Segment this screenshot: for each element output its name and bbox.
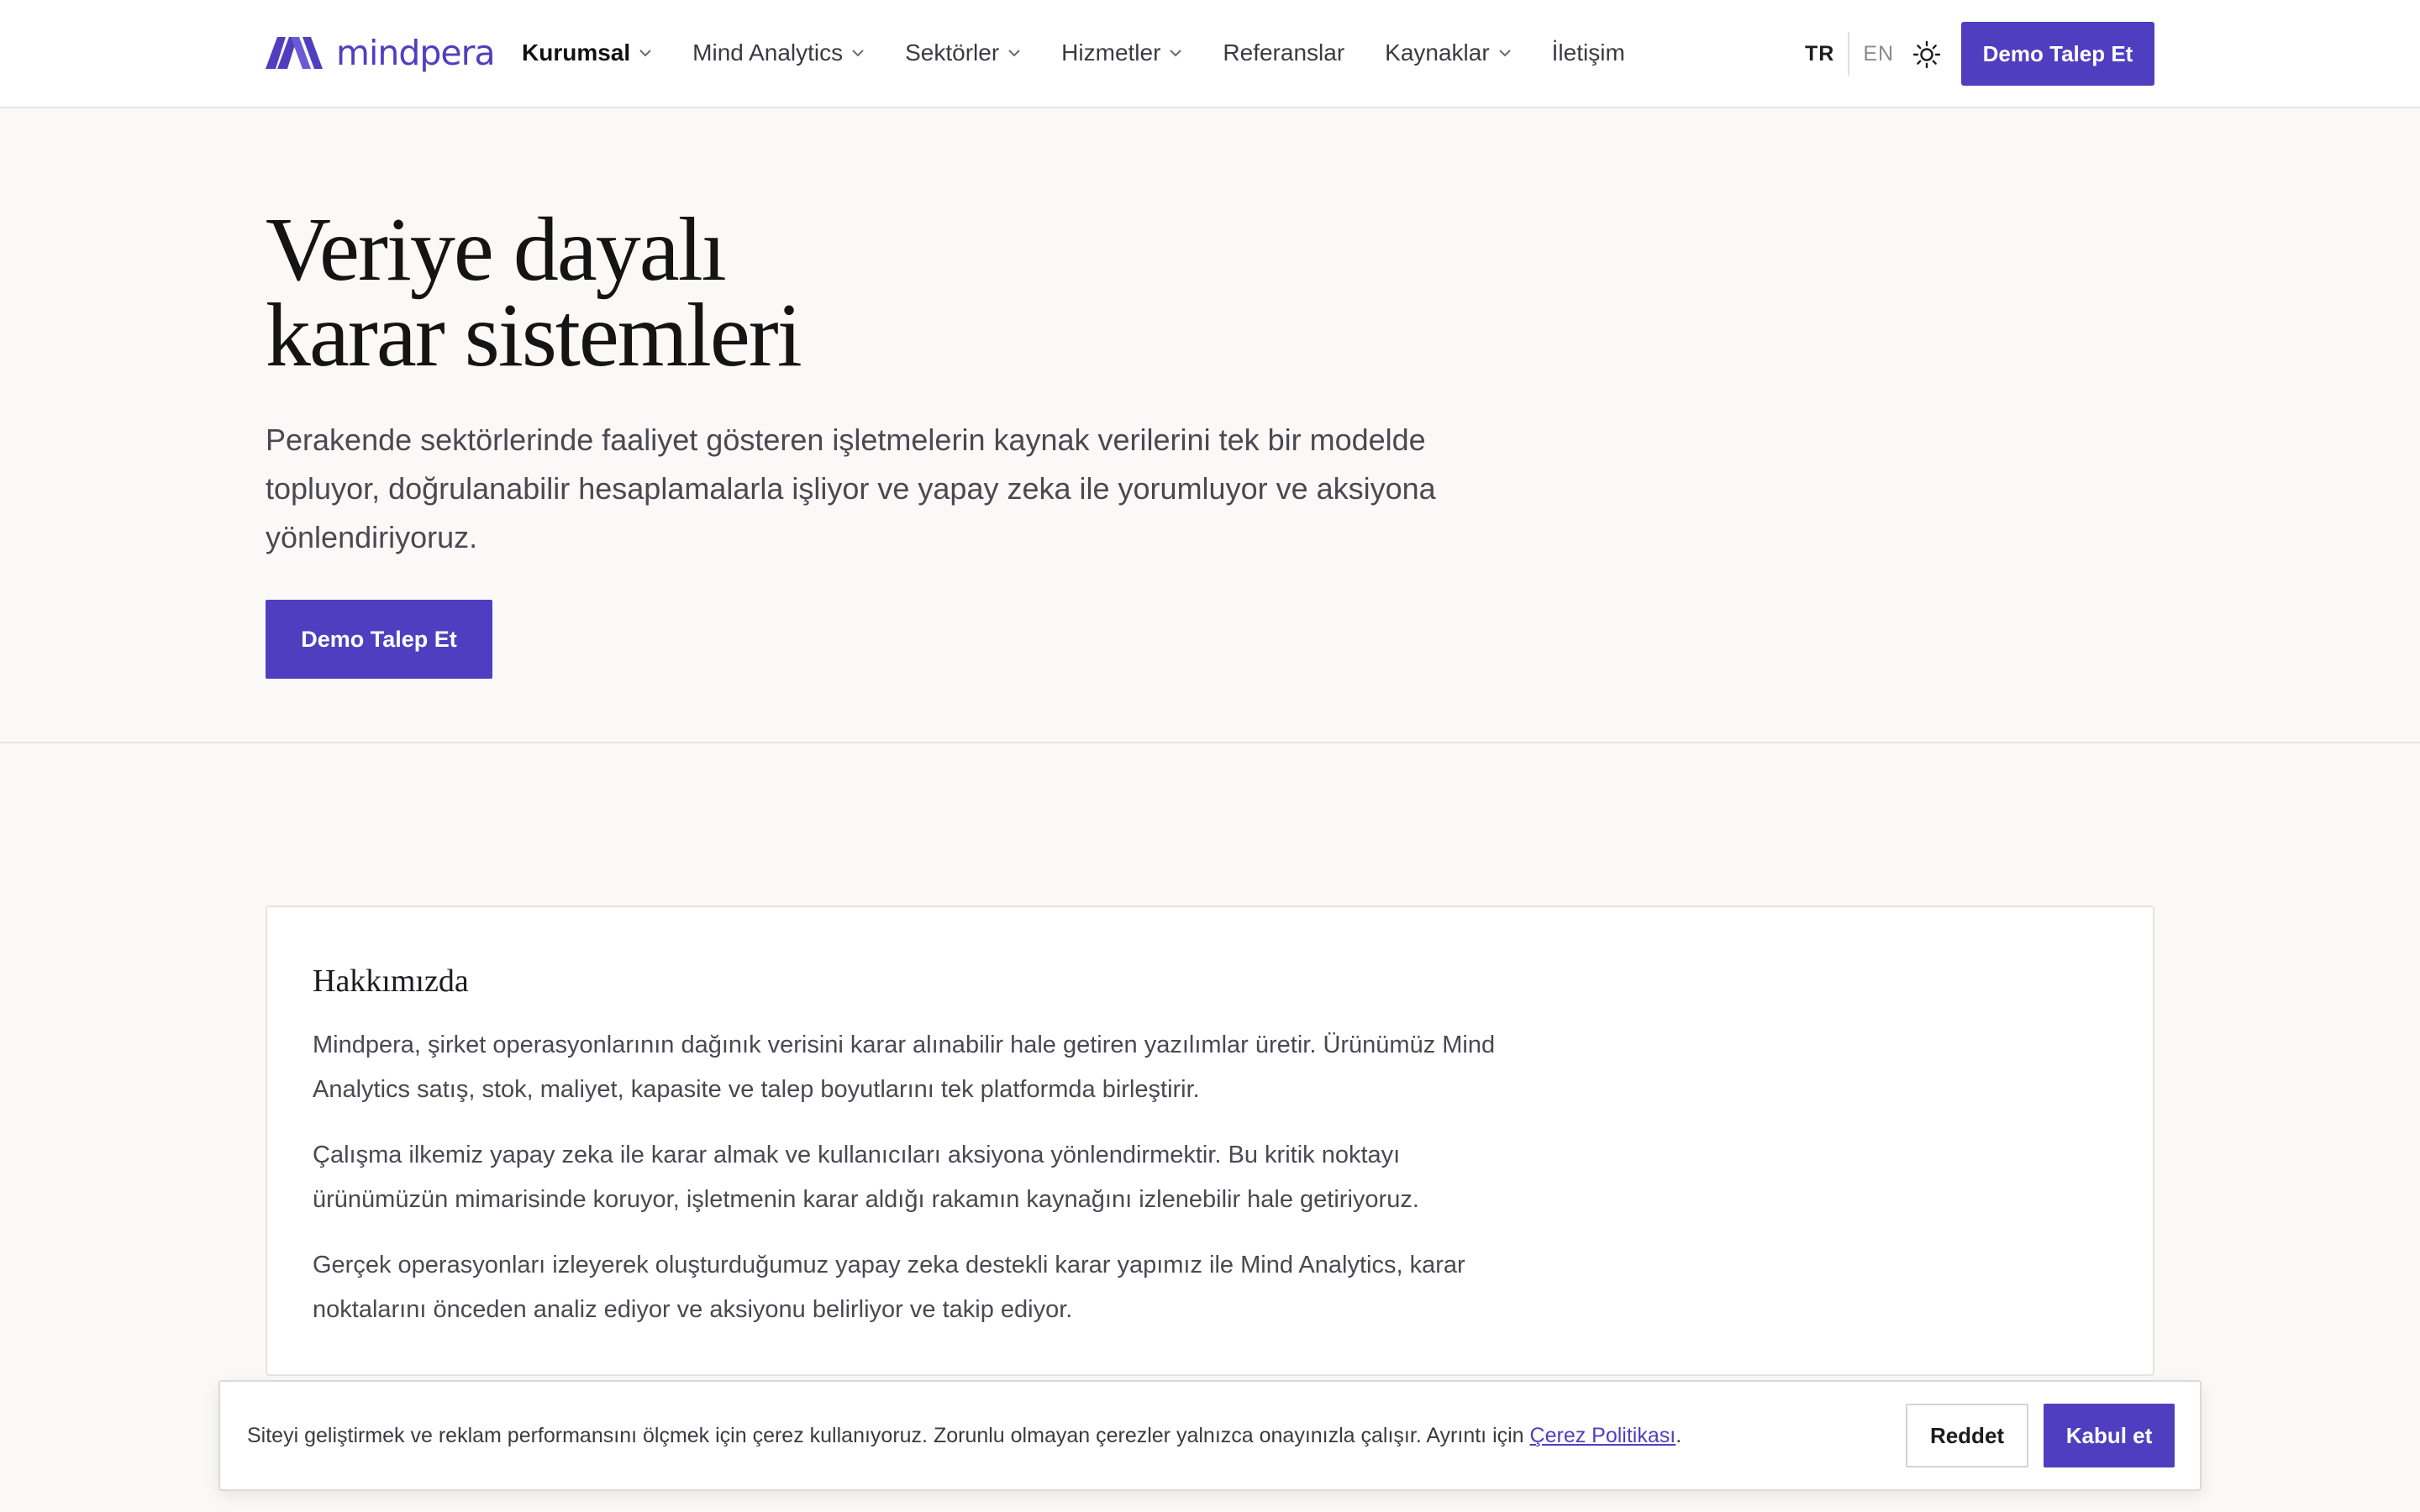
logo[interactable]: mindpera [266, 33, 496, 73]
theme-toggle-button[interactable] [1911, 39, 1943, 71]
logo-text: mindpera [336, 33, 496, 73]
about-paragraph-1: Mindpera, şirket operasyonlarının dağını… [313, 1032, 1496, 1103]
hero-demo-button[interactable]: Demo Talep Et [266, 600, 492, 679]
about-card: Hakkımızda Mindpera, şirket operasyonlar… [266, 906, 2154, 1376]
cookie-text: Siteyi geliştirmek ve reklam performansı… [247, 1424, 1530, 1447]
nav-item-label: Sektörler [905, 39, 1000, 66]
about-title: Hakkımızda [313, 963, 469, 999]
main-nav: Kurumsal Mind Analytics Sektörler Hizmet… [522, 0, 1665, 106]
nav-item-label: İletişim [1551, 39, 1625, 66]
hero-section: Veriye dayalı karar sistemleri Perakende… [0, 108, 2420, 743]
nav-item-label: Mind Analytics [692, 39, 844, 66]
hero-title-line2: karar sistemleri [266, 286, 802, 386]
nav-item-label: Hizmetler [1061, 39, 1161, 66]
hero-description: Perakende sektörlerinde faaliyet göstere… [266, 423, 1436, 554]
header-demo-button[interactable]: Demo Talep Et [1961, 22, 2154, 86]
mindpera-logo-icon [266, 37, 323, 69]
hero-title: Veriye dayalı karar sistemleri [266, 200, 1442, 386]
chevron-down-icon [1498, 50, 1511, 57]
cookie-message: Siteyi geliştirmek ve reklam performansı… [247, 1419, 1760, 1452]
language-switcher: TR EN [1805, 32, 1894, 76]
lang-en-button[interactable]: EN [1849, 42, 1894, 66]
site-header: mindpera Kurumsal Mind Analytics Sektörl… [0, 0, 2420, 108]
chevron-down-icon [639, 50, 651, 57]
cookie-banner: Siteyi geliştirmek ve reklam performansı… [218, 1380, 2202, 1491]
chevron-down-icon [852, 50, 864, 57]
nav-item-kurumsal[interactable]: Kurumsal [522, 39, 652, 66]
nav-item-iletisim[interactable]: İletişim [1552, 39, 1625, 66]
nav-item-hizmetler[interactable]: Hizmetler [1061, 39, 1182, 66]
nav-item-kaynaklar[interactable]: Kaynaklar [1385, 39, 1512, 66]
hero-title-line1: Veriye dayalı [266, 200, 727, 300]
nav-item-label: Kurumsal [522, 39, 631, 66]
nav-item-label: Kaynaklar [1385, 39, 1490, 66]
chevron-down-icon [1008, 50, 1020, 57]
nav-item-sektorler[interactable]: Sektörler [905, 39, 1021, 66]
chevron-down-icon [1170, 50, 1182, 57]
cookie-policy-link[interactable]: Çerez Politikası [1530, 1424, 1676, 1447]
cookie-suffix: . [1676, 1424, 1682, 1447]
nav-item-mind-analytics[interactable]: Mind Analytics [692, 39, 865, 66]
cookie-reject-button[interactable]: Reddet [1906, 1404, 2028, 1467]
nav-item-referanslar[interactable]: Referanslar [1223, 39, 1344, 66]
sun-icon [1912, 40, 1941, 69]
cookie-accept-button[interactable]: Kabul et [2044, 1404, 2175, 1467]
lang-tr-button[interactable]: TR [1805, 42, 1848, 66]
nav-item-label: Referanslar [1223, 39, 1345, 66]
about-paragraph-2: Çalışma ilkemiz yapay zeka ile karar alm… [313, 1142, 1419, 1213]
about-paragraph-3: Gerçek operasyonları izleyerek oluşturdu… [313, 1252, 1465, 1323]
